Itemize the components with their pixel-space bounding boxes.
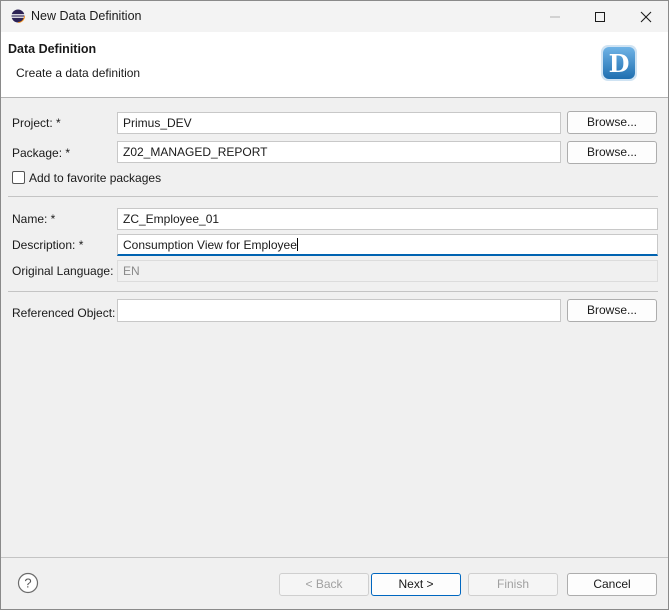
description-value: Consumption View for Employee xyxy=(123,238,297,252)
referenced-object-field[interactable] xyxy=(117,299,561,322)
title-bar: New Data Definition xyxy=(1,1,668,32)
project-label: Project: * xyxy=(12,116,61,130)
name-label: Name: * xyxy=(12,212,56,226)
cancel-button[interactable]: Cancel xyxy=(567,573,657,596)
name-field[interactable]: ZC_Employee_01 xyxy=(117,208,658,230)
wizard-header: Data Definition Create a data definition… xyxy=(1,32,668,98)
package-label: Package: * xyxy=(12,146,71,160)
svg-text:D: D xyxy=(609,49,630,78)
project-field[interactable]: Primus_DEV xyxy=(117,112,561,134)
description-label: Description: * xyxy=(12,238,84,252)
back-button[interactable]: < Back xyxy=(279,573,369,596)
page-title: Data Definition xyxy=(8,42,97,56)
package-field[interactable]: Z02_MANAGED_REPORT xyxy=(117,141,561,163)
separator xyxy=(8,196,658,197)
favorite-checkbox-label[interactable]: Add to favorite packages xyxy=(29,171,161,185)
eclipse-icon xyxy=(11,9,25,23)
finish-button[interactable]: Finish xyxy=(468,573,558,596)
data-definition-logo-icon: D xyxy=(601,45,637,81)
window-title: New Data Definition xyxy=(31,9,142,23)
referenced-browse-button[interactable]: Browse... xyxy=(567,299,657,322)
separator xyxy=(8,291,658,292)
footer-separator xyxy=(1,557,668,558)
help-icon[interactable]: ? xyxy=(17,572,39,594)
maximize-button[interactable] xyxy=(577,1,623,32)
language-label: Original Language: xyxy=(12,264,114,278)
dialog-window: New Data Definition Data Definition Crea… xyxy=(0,0,669,610)
page-subtitle: Create a data definition xyxy=(16,66,141,80)
description-field[interactable]: Consumption View for Employee xyxy=(117,234,658,256)
favorite-checkbox[interactable] xyxy=(12,171,25,184)
package-browse-button[interactable]: Browse... xyxy=(567,141,657,164)
text-caret xyxy=(296,238,298,251)
close-icon xyxy=(640,11,652,22)
close-button[interactable] xyxy=(623,1,669,32)
language-field: EN xyxy=(117,260,658,282)
referenced-object-label: Referenced Object: xyxy=(12,306,116,320)
maximize-icon xyxy=(595,11,605,22)
project-browse-button[interactable]: Browse... xyxy=(567,111,657,134)
next-button[interactable]: Next > xyxy=(371,573,461,596)
minimize-icon xyxy=(550,16,560,17)
minimize-button[interactable] xyxy=(532,1,578,32)
svg-text:?: ? xyxy=(24,576,31,591)
